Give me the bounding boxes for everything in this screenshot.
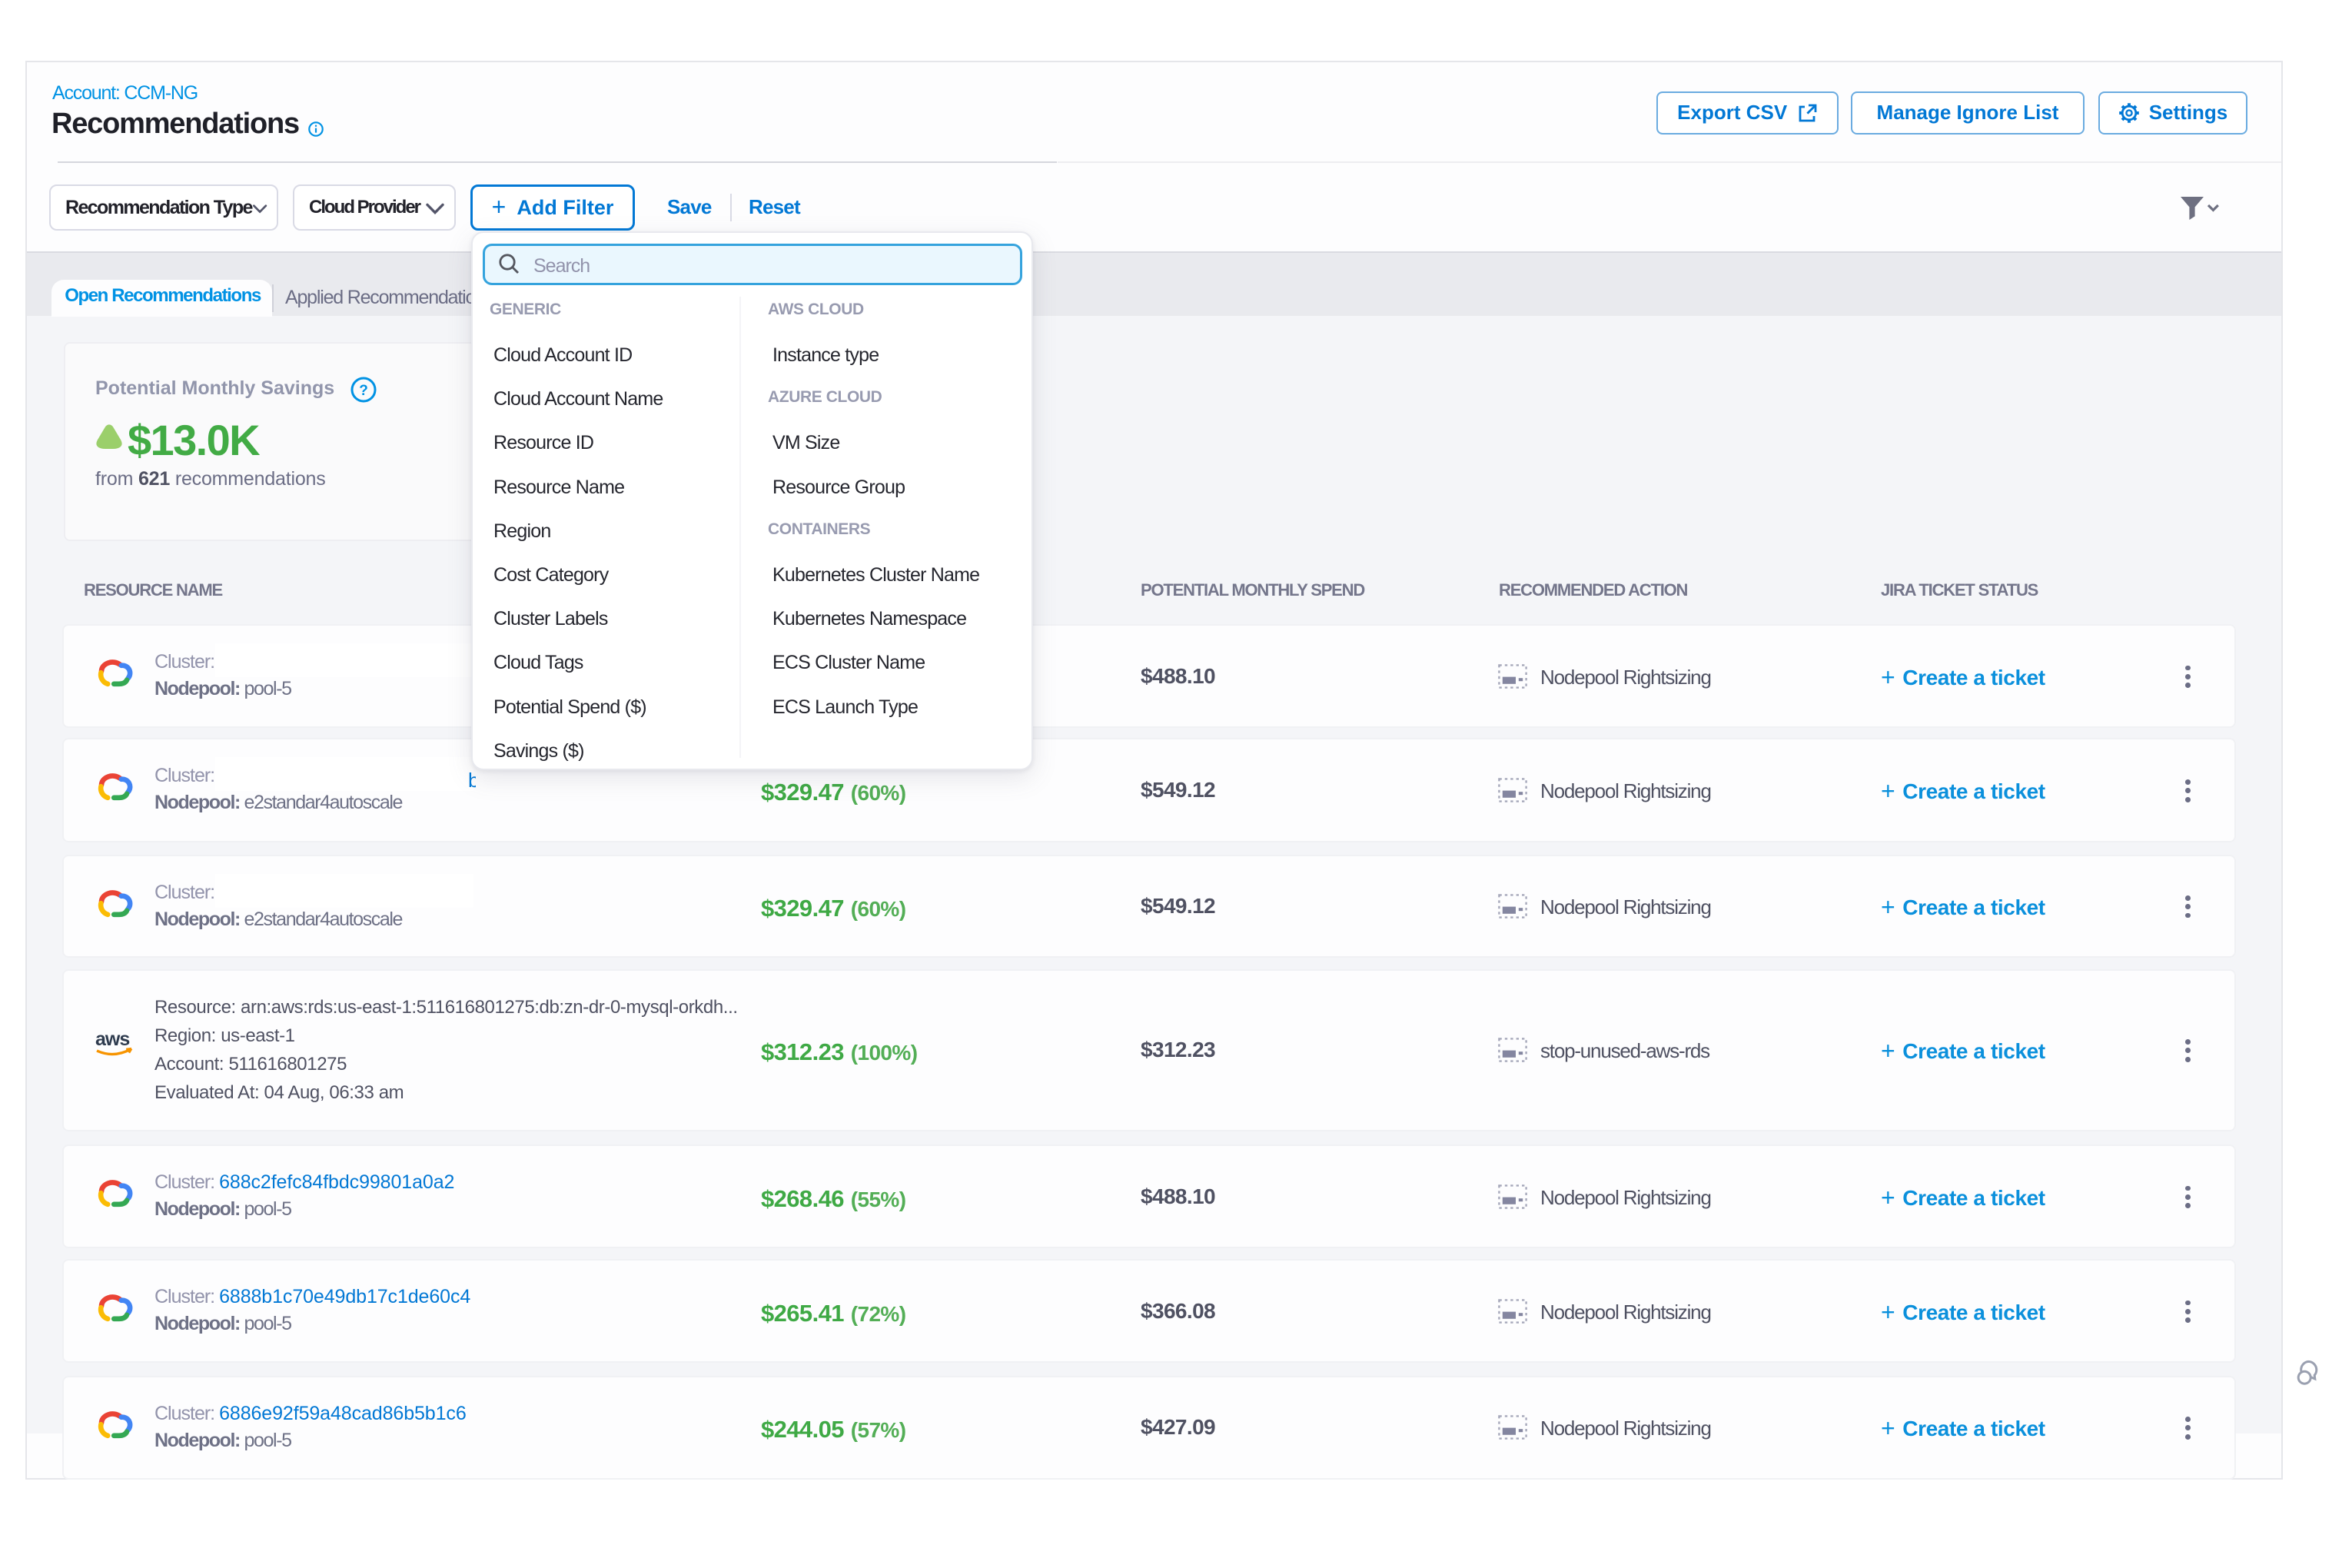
- svg-text:?: ?: [359, 383, 368, 399]
- svg-text:aws: aws: [95, 1028, 129, 1050]
